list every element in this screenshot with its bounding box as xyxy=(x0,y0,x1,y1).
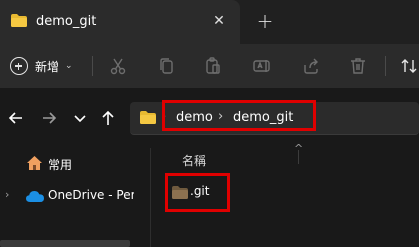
copy-icon[interactable] xyxy=(157,56,177,76)
tab-title: demo_git xyxy=(36,14,97,29)
toolbar-divider xyxy=(385,56,386,76)
onedrive-cloud-icon xyxy=(26,191,44,202)
share-icon[interactable] xyxy=(301,56,321,76)
paste-icon[interactable] xyxy=(203,56,223,76)
horizontal-scrollbar[interactable] xyxy=(0,240,130,247)
toolbar-divider xyxy=(92,56,93,76)
cut-icon[interactable] xyxy=(108,56,128,76)
forward-arrow-icon[interactable] xyxy=(39,108,59,128)
folder-icon xyxy=(172,186,188,199)
highlight-box-breadcrumb xyxy=(162,100,316,131)
up-arrow-icon[interactable] xyxy=(98,108,118,128)
folder-icon xyxy=(140,111,156,124)
sidebar-item-quick-access[interactable]: 常用 xyxy=(48,156,72,173)
folder-icon xyxy=(11,14,27,27)
sort-icon[interactable] xyxy=(399,56,419,76)
chevron-right-icon[interactable]: › xyxy=(5,188,9,201)
column-header-name[interactable]: 名稱 xyxy=(182,152,206,169)
back-arrow-icon[interactable] xyxy=(6,108,26,128)
column-divider[interactable] xyxy=(298,150,299,164)
file-item-git[interactable]: .git xyxy=(190,184,209,198)
new-button[interactable]: 新增 ⌄ xyxy=(10,54,73,78)
delete-icon[interactable] xyxy=(348,56,368,76)
rename-icon[interactable] xyxy=(252,56,272,76)
new-tab-button[interactable]: + xyxy=(254,10,276,32)
add-circle-icon xyxy=(10,57,28,75)
sidebar-item-onedrive[interactable]: OneDrive - Pers xyxy=(48,188,134,202)
tab-strip: demo_git ✕ + xyxy=(0,0,419,44)
chevron-down-icon[interactable] xyxy=(70,108,90,128)
home-icon xyxy=(27,156,42,170)
command-bar: 新增 ⌄ xyxy=(0,44,419,88)
tab-demo-git[interactable]: demo_git ✕ xyxy=(0,0,240,44)
new-button-label: 新增 xyxy=(35,59,60,74)
chevron-down-icon: ⌄ xyxy=(65,61,73,71)
close-tab-icon[interactable]: ✕ xyxy=(208,10,230,32)
navigation-pane: 常用 › OneDrive - Pers xyxy=(0,148,150,247)
pane-divider[interactable] xyxy=(150,148,151,247)
